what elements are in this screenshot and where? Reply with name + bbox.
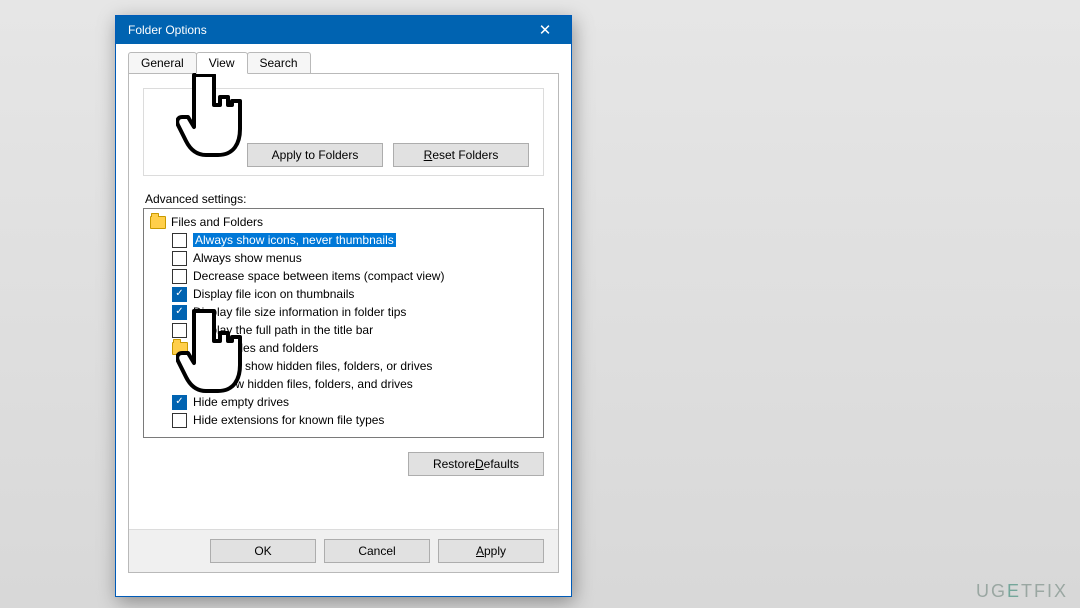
tree-radio-show-hidden[interactable]: Show hidden files, folders, and drives (146, 375, 541, 393)
advanced-settings-label: Advanced settings: (145, 192, 558, 206)
tree-item-label: Show hidden files, folders, and drives (214, 377, 413, 391)
tree-group-files-and-folders: Files and Folders (146, 213, 541, 231)
folder-options-dialog: Folder Options ✕ General View Search App… (115, 15, 572, 597)
tree-radio-dont-show-hidden[interactable]: Don't show hidden files, folders, or dri… (146, 357, 541, 375)
tree-item-label: Always show menus (193, 251, 302, 265)
tree-item-full-path-titlebar[interactable]: Display the full path in the title bar (146, 321, 541, 339)
radio-icon[interactable] (194, 377, 208, 391)
tree-group-hidden-files: Hidden files and folders (146, 339, 541, 357)
tree-item-label: Always show icons, never thumbnails (193, 233, 396, 247)
checkbox-icon[interactable] (172, 233, 187, 248)
checkbox-icon[interactable] (172, 395, 187, 410)
window-title: Folder Options (128, 23, 525, 37)
tree-item-always-icons[interactable]: Always show icons, never thumbnails (146, 231, 541, 249)
checkbox-icon[interactable] (172, 323, 187, 338)
folder-icon (150, 216, 166, 229)
tree-item-label: Display the full path in the title bar (193, 323, 373, 337)
dialog-footer: OK Cancel Apply (129, 529, 558, 572)
tree-item-file-size-tips[interactable]: Display file size information in folder … (146, 303, 541, 321)
tree-item-label: Hide extensions for known file types (193, 413, 384, 427)
folder-views-group: Apply to Folders Reset Folders (143, 88, 544, 176)
cancel-button[interactable]: Cancel (324, 539, 430, 563)
apply-button[interactable]: Apply (438, 539, 544, 563)
tree-item-label: Hide empty drives (193, 395, 289, 409)
tree-item-compact-view[interactable]: Decrease space between items (compact vi… (146, 267, 541, 285)
close-button[interactable]: ✕ (525, 16, 565, 44)
checkbox-icon[interactable] (172, 287, 187, 302)
apply-to-folders-button[interactable]: Apply to Folders (247, 143, 383, 167)
folder-icon (172, 342, 188, 355)
checkbox-icon[interactable] (172, 269, 187, 284)
checkbox-icon[interactable] (172, 251, 187, 266)
tree-item-file-icon-thumb[interactable]: Display file icon on thumbnails (146, 285, 541, 303)
advanced-settings-tree[interactable]: Files and Folders Always show icons, nev… (143, 208, 544, 438)
checkbox-icon[interactable] (172, 413, 187, 428)
tree-item-label: Display file icon on thumbnails (193, 287, 354, 301)
checkbox-icon[interactable] (172, 305, 187, 320)
tree-item-label: Display file size information in folder … (193, 305, 406, 319)
radio-icon[interactable] (194, 359, 208, 373)
tree-item-hide-extensions[interactable]: Hide extensions for known file types (146, 411, 541, 429)
close-icon: ✕ (539, 21, 552, 39)
tab-search[interactable]: Search (247, 52, 311, 74)
tab-general[interactable]: General (128, 52, 197, 74)
watermark: UGETFIX (976, 581, 1068, 602)
tree-item-always-menus[interactable]: Always show menus (146, 249, 541, 267)
ok-button[interactable]: OK (210, 539, 316, 563)
tab-strip: General View Search (128, 52, 571, 74)
titlebar[interactable]: Folder Options ✕ (116, 16, 571, 44)
restore-defaults-button[interactable]: Restore Defaults (408, 452, 544, 476)
tab-view[interactable]: View (196, 52, 248, 74)
reset-folders-button[interactable]: Reset Folders (393, 143, 529, 167)
tree-item-label: Decrease space between items (compact vi… (193, 269, 444, 283)
tree-item-hide-empty-drives[interactable]: Hide empty drives (146, 393, 541, 411)
tree-item-label: Don't show hidden files, folders, or dri… (214, 359, 432, 373)
tab-panel-view: Apply to Folders Reset Folders Advanced … (128, 73, 559, 573)
